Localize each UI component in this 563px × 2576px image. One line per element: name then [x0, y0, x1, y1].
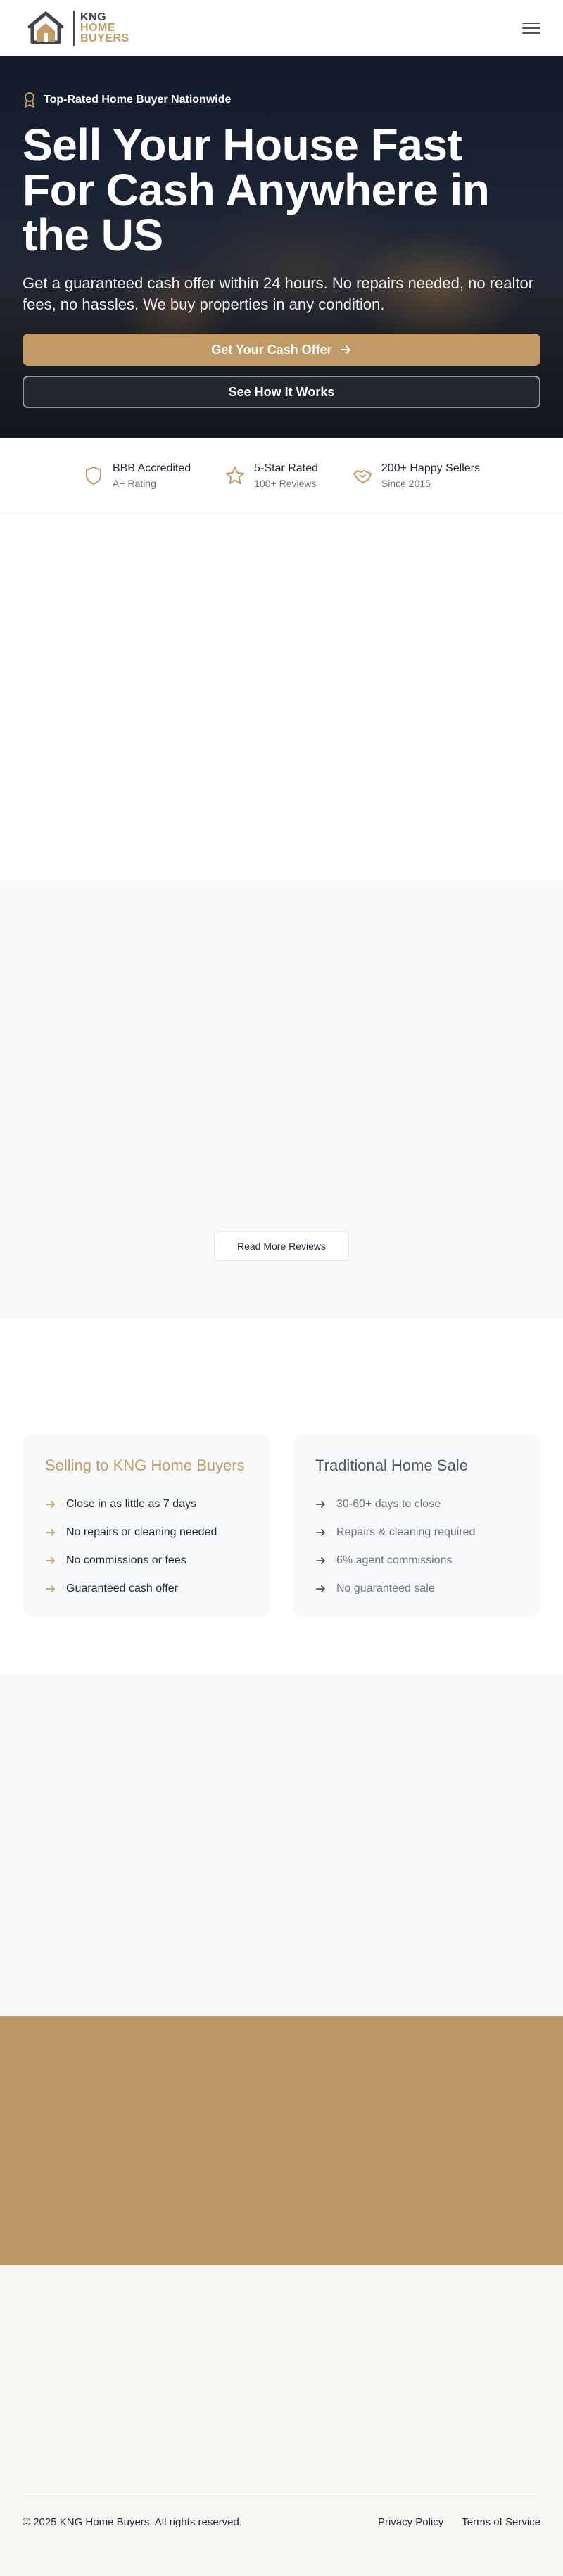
see-how-it-works-label: See How It Works [228, 384, 335, 399]
how-it-works-section [0, 514, 563, 880]
reviews-section: Read More Reviews [0, 880, 563, 1319]
list-item: Close in as little as 7 days [45, 1495, 248, 1514]
arrow-right-icon [316, 1557, 325, 1564]
trust-item-sellers: 200+ Happy Sellers Since 2015 [352, 462, 480, 489]
list-item: 6% agent commissions [315, 1551, 518, 1571]
list-item-text: No commissions or fees [66, 1554, 186, 1566]
hero-badge: Top-Rated Home Buyer Nationwide [23, 91, 540, 108]
cta-band [0, 2016, 563, 2265]
logo-divider [73, 10, 75, 46]
terms-of-service-link[interactable]: Terms of Service [462, 2516, 540, 2528]
list-item: Guaranteed cash offer [45, 1579, 248, 1599]
trust-title: 200+ Happy Sellers [381, 462, 480, 474]
arrow-right-icon [316, 1585, 325, 1592]
trust-title: 5-Star Rated [254, 462, 318, 474]
list-item-text: Repairs & cleaning required [336, 1526, 476, 1538]
hero-subtitle: Get a guaranteed cash offer within 24 ho… [23, 274, 534, 313]
trust-bar: BBB Accredited A+ Rating 5-Star Rated 10… [0, 438, 563, 514]
list-item-text: No guaranteed sale [336, 1582, 435, 1594]
trust-subtitle: A+ Rating [113, 477, 156, 489]
hamburger-menu-icon[interactable] [522, 21, 540, 35]
trust-item-rating: 5-Star Rated 100+ Reviews [224, 462, 318, 489]
privacy-policy-link[interactable]: Privacy Policy [378, 2516, 443, 2528]
copyright-text: © 2025 KNG Home Buyers. All rights reser… [23, 2516, 243, 2528]
logo-home: HOME [80, 22, 115, 34]
list-item-text: No repairs or cleaning needed [66, 1526, 217, 1538]
list-item: 30-60+ days to close [315, 1495, 518, 1514]
house-logo-icon [25, 10, 66, 46]
read-more-reviews-button[interactable]: Read More Reviews [214, 1231, 349, 1261]
list-item-text: 6% agent commissions [336, 1554, 453, 1566]
logo-kng: KNG [80, 11, 107, 23]
arrow-right-icon [46, 1557, 55, 1564]
arrow-right-icon [46, 1501, 55, 1508]
arrow-right-icon [46, 1529, 55, 1536]
traditional-comparison-card: Traditional Home Sale 30-60+ days to clo… [293, 1434, 540, 1617]
kng-card-title: Selling to KNG Home Buyers [45, 1457, 245, 1474]
hero-badge-text: Top-Rated Home Buyer Nationwide [44, 94, 232, 106]
faq-section [0, 1675, 563, 2016]
star-icon [226, 466, 245, 484]
list-item: No guaranteed sale [315, 1579, 518, 1599]
hero-section: Top-Rated Home Buyer Nationwide Sell You… [0, 56, 563, 438]
arrow-right-icon [316, 1529, 325, 1536]
get-cash-offer-label: Get Your Cash Offer [211, 342, 332, 357]
get-cash-offer-button[interactable]: Get Your Cash Offer [23, 334, 540, 366]
logo-wordmark: KNG HOME BUYERS [80, 12, 129, 44]
list-item-text: 30-60+ days to close [336, 1498, 441, 1510]
hero-title: Sell Your House Fast For Cash Anywhere i… [23, 120, 490, 260]
list-item: No repairs or cleaning needed [45, 1523, 248, 1542]
arrow-right-icon [316, 1501, 325, 1508]
footer-links: Privacy Policy Terms of Service [378, 2516, 540, 2528]
arrow-right-icon [46, 1585, 55, 1592]
trust-title: BBB Accredited [113, 462, 191, 474]
list-item-text: Close in as little as 7 days [66, 1498, 196, 1510]
site-footer: © 2025 KNG Home Buyers. All rights reser… [0, 2265, 563, 2576]
logo[interactable]: KNG HOME BUYERS [25, 10, 129, 46]
kng-comparison-card: Selling to KNG Home Buyers Close in as l… [23, 1434, 270, 1617]
site-header: KNG HOME BUYERS [0, 0, 563, 56]
trust-item-bbb: BBB Accredited A+ Rating [83, 462, 191, 489]
see-how-it-works-button[interactable]: See How It Works [23, 376, 540, 408]
comparison-section: Selling to KNG Home Buyers Close in as l… [0, 1319, 563, 1675]
handshake-icon [353, 469, 372, 483]
traditional-card-title: Traditional Home Sale [315, 1457, 468, 1474]
trust-subtitle: 100+ Reviews [254, 477, 317, 489]
arrow-right-icon [340, 345, 350, 354]
award-ribbon-icon [25, 92, 34, 108]
list-item-text: Guaranteed cash offer [66, 1582, 178, 1594]
logo-buyers: BUYERS [80, 32, 129, 44]
list-item: Repairs & cleaning required [315, 1523, 518, 1542]
shield-icon [86, 466, 101, 485]
list-item: No commissions or fees [45, 1551, 248, 1571]
trust-subtitle: Since 2015 [381, 477, 431, 489]
